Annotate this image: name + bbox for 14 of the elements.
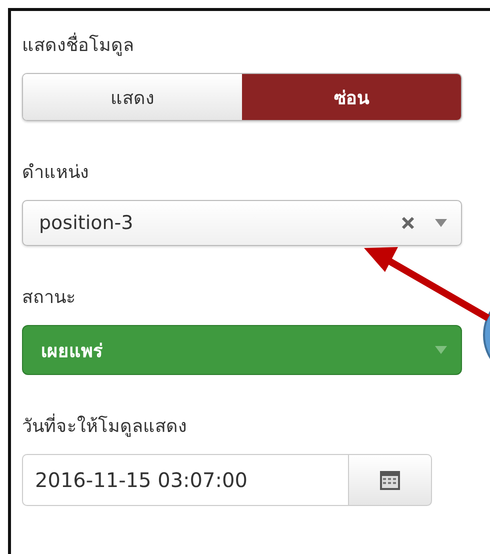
clear-icon[interactable] bbox=[401, 216, 415, 230]
toggle-option[interactable]: ซ่อน bbox=[242, 74, 461, 120]
field-label: แสดงชื่อโมดูล bbox=[22, 30, 462, 59]
caret-icon bbox=[435, 346, 447, 354]
status-select[interactable]: เผยแพร่ bbox=[22, 325, 462, 375]
field-label: วันที่จะให้โมดูลแสดง bbox=[22, 411, 462, 440]
field-label: สถานะ bbox=[22, 286, 77, 310]
toggle-option[interactable]: แสดง bbox=[23, 74, 242, 120]
position-select[interactable]: position-3 bbox=[22, 200, 462, 246]
field-label: ดำแหน่ง bbox=[22, 161, 90, 185]
calendar-icon bbox=[379, 469, 401, 491]
caret-icon bbox=[435, 219, 447, 227]
calendar-button[interactable] bbox=[348, 454, 432, 506]
date-field[interactable]: 2016-11-15 03:07:00 bbox=[22, 454, 348, 506]
